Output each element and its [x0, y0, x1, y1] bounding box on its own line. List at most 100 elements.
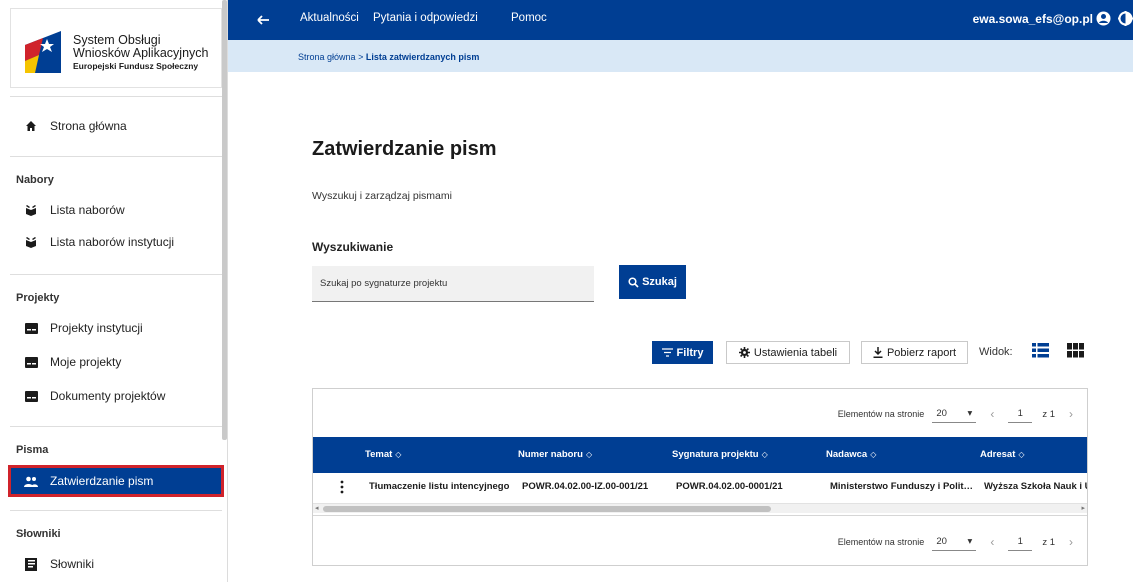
- column-header-nadawca[interactable]: Nadawca ◇: [826, 449, 876, 460]
- table-row[interactable]: Tłumaczenie listu intencyjnego POWR.04.0…: [313, 473, 1087, 501]
- filters-button[interactable]: Filtry: [652, 341, 713, 364]
- column-label: Temat: [365, 449, 393, 460]
- sort-icon: ◇: [761, 450, 768, 459]
- download-report-label: Pobierz raport: [886, 346, 957, 359]
- page-subtitle: Wyszukuj i zarządzaj pismami: [312, 190, 452, 202]
- search-button[interactable]: Szukaj: [619, 265, 686, 299]
- list-view-icon[interactable]: [1032, 343, 1049, 358]
- caret-down-icon: ▾: [967, 408, 973, 419]
- sidebar-item-label: Dokumenty projektów: [50, 389, 166, 403]
- user-account-icon[interactable]: [1096, 11, 1111, 26]
- sidebar-scrollbar[interactable]: [222, 0, 227, 440]
- search-input[interactable]: [312, 266, 594, 302]
- column-header-sygnatura[interactable]: Sygnatura projektu ◇: [672, 449, 768, 460]
- page-number-input[interactable]: 1: [1008, 405, 1033, 423]
- sidebar-item-label: Lista naborów: [50, 203, 125, 217]
- table-settings-label: Ustawienia tabeli: [753, 346, 838, 359]
- filter-icon: [661, 348, 673, 357]
- sidebar-item-label: Strona główna: [50, 119, 127, 133]
- page-number-input[interactable]: 1: [1008, 533, 1033, 551]
- divider: [10, 274, 222, 275]
- cell-numer-naboru: POWR.04.02.00-IZ.00-001/21: [522, 481, 649, 492]
- top-bar: Aktualności Pytania i odpowiedzi Pomoc e…: [228, 0, 1133, 40]
- sidebar-item-projekty-instytucji[interactable]: Projekty instytucji: [10, 314, 222, 342]
- nav-link-aktualnosci[interactable]: Aktualności: [300, 12, 359, 24]
- breadcrumb-home[interactable]: Strona główna: [298, 52, 356, 62]
- user-email[interactable]: ewa.sowa_efs@op.pl: [973, 12, 1093, 26]
- page-total: z 1: [1042, 408, 1055, 420]
- section-title-slowniki: Słowniki: [16, 528, 61, 540]
- scroll-left-icon[interactable]: ◂: [315, 504, 319, 512]
- logo-line-2: Wniosków Aplikacyjnych: [73, 46, 209, 60]
- sidebar-item-slowniki[interactable]: Słowniki: [10, 550, 222, 578]
- section-title-projekty: Projekty: [16, 292, 60, 304]
- gear-icon: [738, 347, 750, 358]
- cell-adresat: Wyższa Szkoła Nauk i U: [984, 481, 1087, 492]
- scroll-right-icon[interactable]: ▸: [1081, 504, 1085, 512]
- pagination-bottom: Elementów na stronie 20 ▾ ‹ 1 z 1 ›: [838, 533, 1073, 551]
- contrast-settings-icon[interactable]: [1118, 11, 1133, 26]
- nav-link-pomoc[interactable]: Pomoc: [511, 12, 547, 24]
- breadcrumb-bar: Strona główna > Lista zatwierdzanych pis…: [228, 40, 1133, 72]
- download-report-button[interactable]: Pobierz raport: [861, 341, 968, 364]
- sidebar-item-moje-projekty[interactable]: Moje projekty: [10, 348, 222, 376]
- divider: [10, 510, 222, 511]
- column-header-temat[interactable]: Temat ◇: [365, 449, 401, 460]
- card-icon: [24, 355, 38, 369]
- scrollbar-thumb[interactable]: [323, 506, 771, 512]
- divider: [10, 96, 222, 97]
- column-label: Numer naboru: [518, 449, 583, 460]
- row-actions-menu-icon[interactable]: [337, 479, 347, 495]
- grid-view-icon[interactable]: [1067, 343, 1084, 358]
- sidebar-item-home[interactable]: Strona główna: [10, 112, 222, 140]
- per-page-select[interactable]: 20 ▾: [932, 405, 977, 423]
- breadcrumb: Strona główna > Lista zatwierdzanych pis…: [298, 52, 479, 62]
- prev-page-icon[interactable]: ‹: [990, 407, 994, 421]
- search-icon: [628, 276, 639, 288]
- letters-table: Elementów na stronie 20 ▾ ‹ 1 z 1 › Tema…: [312, 388, 1088, 566]
- sidebar-item-label: Zatwierdzanie pism: [50, 474, 154, 488]
- per-page-label: Elementów na stronie: [837, 537, 925, 547]
- logo-line-3: Europejski Fundusz Społeczny: [73, 61, 199, 71]
- per-page-value: 20: [936, 536, 947, 547]
- view-label: Widok:: [979, 346, 1013, 358]
- sort-icon: ◇: [585, 450, 593, 459]
- logo-line-1: System Obsługi: [73, 33, 161, 47]
- column-label: Sygnatura projektu: [672, 449, 759, 460]
- sidebar-item-label: Lista naborów instytucji: [50, 235, 175, 249]
- table-header: Temat ◇ Numer naboru ◇ Sygnatura projektu ◇…: [313, 437, 1087, 473]
- sidebar-item-lista-naborow-instytucji[interactable]: Lista naborów instytucji: [10, 228, 222, 256]
- column-header-numer-naboru[interactable]: Numer naboru ◇: [518, 449, 592, 460]
- prev-page-icon[interactable]: ‹: [990, 535, 994, 549]
- nav-link-pytania[interactable]: Pytania i odpowiedzi: [373, 12, 478, 24]
- sidebar-item-zatwierdzanie-pism[interactable]: Zatwierdzanie pism: [8, 465, 224, 497]
- next-page-icon[interactable]: ›: [1069, 407, 1073, 421]
- horizontal-scrollbar[interactable]: ◂ ▸: [313, 503, 1087, 513]
- table-settings-button[interactable]: Ustawienia tabeli: [726, 341, 850, 364]
- next-page-icon[interactable]: ›: [1069, 535, 1073, 549]
- section-title-pisma: Pisma: [16, 444, 49, 456]
- breadcrumb-current: Lista zatwierdzanych pism: [365, 52, 480, 62]
- column-label: Nadawca: [826, 449, 868, 460]
- sort-icon: ◇: [395, 450, 402, 459]
- sidebar-item-label: Projekty instytucji: [50, 321, 143, 335]
- divider: [10, 426, 222, 427]
- per-page-select[interactable]: 20 ▾: [932, 533, 977, 551]
- per-page-value: 20: [936, 408, 947, 419]
- users-icon: [24, 474, 38, 488]
- sort-icon: ◇: [870, 450, 877, 459]
- per-page-label: Elementów na stronie: [837, 409, 925, 419]
- breadcrumb-separator: >: [358, 52, 364, 62]
- sidebar-item-dokumenty-projektow[interactable]: Dokumenty projektów: [10, 382, 222, 410]
- column-header-adresat[interactable]: Adresat ◇: [980, 449, 1025, 460]
- back-arrow-icon[interactable]: [256, 13, 270, 27]
- eu-flag-logo-icon: [25, 31, 61, 73]
- divider: [10, 156, 222, 157]
- pagination-top: Elementów na stronie 20 ▾ ‹ 1 z 1 ›: [838, 405, 1073, 423]
- app-logo[interactable]: System Obsługi Wniosków Aplikacyjnych Eu…: [10, 8, 222, 88]
- column-label: Adresat: [980, 449, 1016, 460]
- section-title-nabory: Nabory: [16, 174, 54, 186]
- divider: [313, 515, 1087, 516]
- sidebar-item-lista-naborow[interactable]: Lista naborów: [10, 196, 222, 224]
- card-icon: [24, 321, 38, 335]
